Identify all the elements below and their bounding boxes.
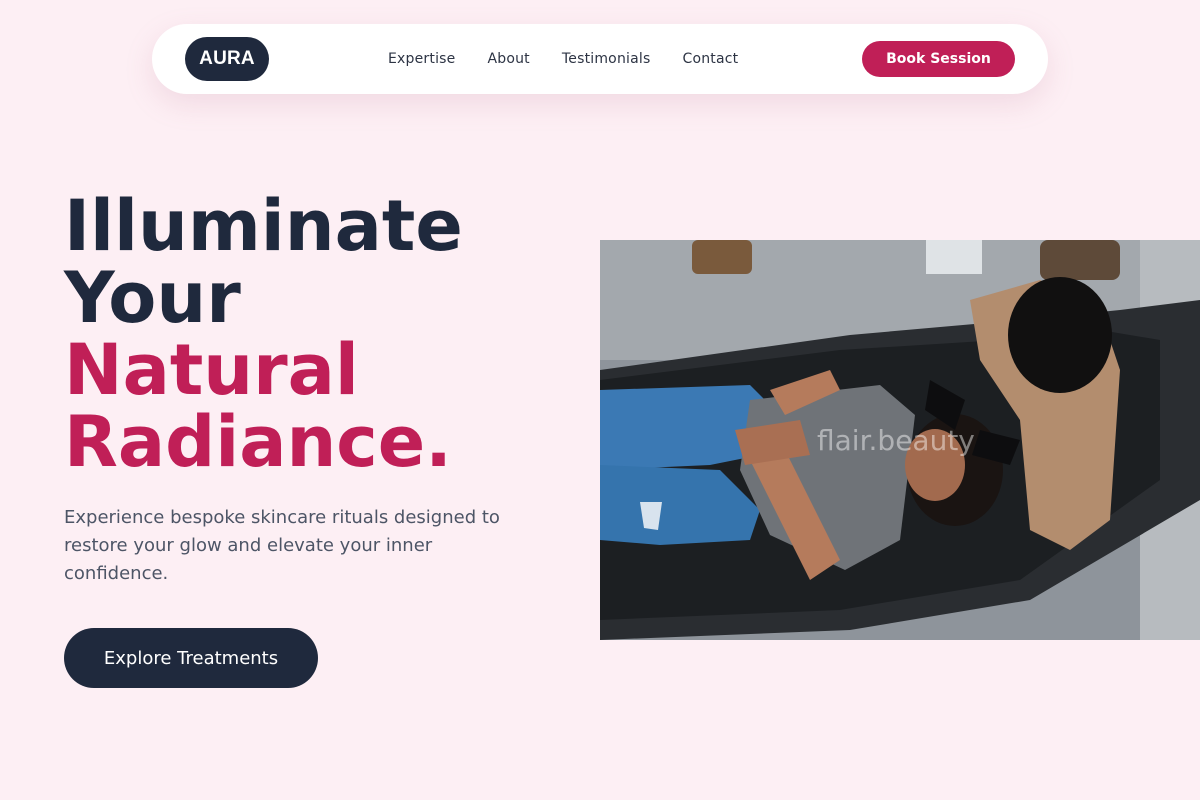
nav-link-expertise[interactable]: Expertise [388,51,455,67]
hero-title: Illuminate Your Natural Radiance. [64,190,564,478]
hero-title-accent-line-2: Radiance. [64,401,452,483]
nav-link-testimonials[interactable]: Testimonials [562,51,651,67]
nav-links: Expertise About Testimonials Contact [388,24,738,94]
hero-title-accent-line-1: Natural [64,329,359,411]
hero-title-line-2: Your [64,257,241,339]
nav-link-contact[interactable]: Contact [682,51,738,67]
explore-treatments-button[interactable]: Explore Treatments [64,628,318,688]
hero-image: flair.beauty [600,240,1200,640]
image-watermark: flair.beauty [817,424,975,457]
navbar: AURA Expertise About Testimonials Contac… [152,24,1048,94]
nav-link-about[interactable]: About [487,51,529,67]
logo[interactable]: AURA [185,37,269,81]
book-session-button[interactable]: Book Session [862,41,1015,77]
hero-description: Experience bespoke skincare rituals desi… [64,507,500,584]
hero-title-line-1: Illuminate [64,185,463,267]
